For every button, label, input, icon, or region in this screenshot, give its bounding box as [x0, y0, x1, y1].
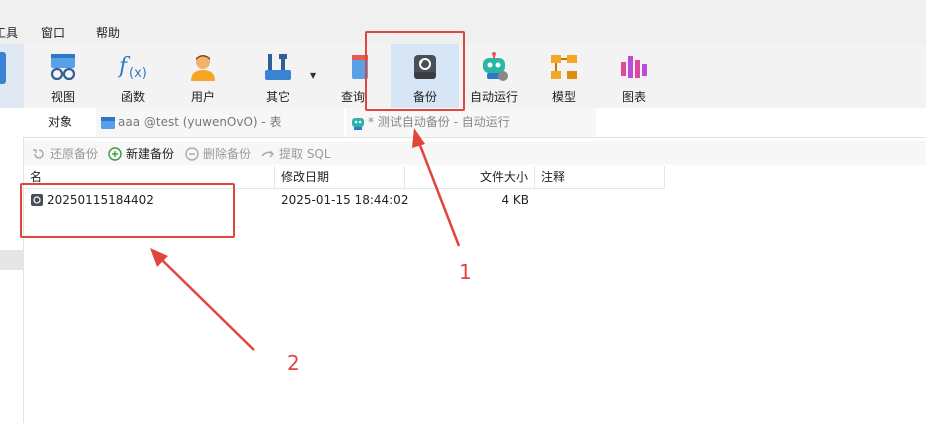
model-label: 模型 [551, 90, 576, 104]
annotation-label-1: 1 [459, 260, 472, 284]
annotation-box-1 [365, 31, 465, 111]
other-dropdown-arrow[interactable]: ▼ [310, 71, 316, 80]
tab-objects[interactable]: 对象 [40, 108, 92, 137]
model-icon [551, 55, 577, 79]
row-modified: 2025-01-15 18:44:02 [281, 193, 409, 207]
robot-icon [483, 52, 508, 81]
chart-icon [621, 56, 647, 78]
object-sidebar[interactable] [0, 137, 24, 423]
extract-sql-button[interactable]: 提取 SQL [261, 146, 331, 162]
restore-icon [33, 149, 44, 159]
table-icon [101, 117, 115, 129]
new-backup-button[interactable]: 新建备份 [108, 146, 174, 162]
user-icon [191, 55, 215, 81]
other-label: 其它 [265, 90, 290, 104]
menu-help[interactable]: 帮助 [96, 24, 120, 41]
annotation-box-2 [20, 183, 235, 238]
delete-backup-button[interactable]: 删除备份 [185, 146, 251, 162]
robot-icon [352, 118, 364, 130]
svg-text:(x): (x) [129, 66, 147, 81]
row-size: 4 KB [501, 193, 529, 207]
chart-button[interactable]: 图表 [604, 44, 664, 108]
remove-icon [185, 147, 199, 161]
annotation-label-2: 2 [287, 351, 300, 375]
model-button[interactable]: 模型 [534, 44, 594, 108]
auto-run-button[interactable]: 自动运行 [464, 44, 524, 108]
query-icon [352, 55, 368, 79]
user-button[interactable]: 用户 [173, 44, 233, 108]
ribbon-left-edge[interactable] [0, 44, 24, 108]
column-header-modified[interactable]: 修改日期 [275, 166, 405, 188]
function-button[interactable]: f (x) 函数 [103, 44, 163, 108]
tab-table-aaa[interactable]: aaa @test (yuwenOvO) - 表 [96, 108, 344, 137]
other-button[interactable]: 其它 [248, 44, 308, 108]
column-header-size[interactable]: 文件大小 [405, 166, 535, 188]
user-label: 用户 [190, 90, 215, 104]
tab-auto-run[interactable]: * 测试自动备份 - 自动运行 [346, 108, 596, 137]
tools-icon [265, 54, 291, 80]
column-header-comment[interactable]: 注释 [535, 166, 665, 188]
view-icon [50, 54, 76, 81]
function-icon: f (x) [118, 54, 147, 81]
menu-tools[interactable]: 工具 [0, 24, 18, 41]
menu-window[interactable]: 窗口 [41, 24, 65, 41]
chart-label: 图表 [621, 90, 646, 104]
add-icon [108, 147, 122, 161]
restore-backup-button[interactable]: 还原备份 [32, 146, 98, 162]
view-button[interactable]: 视图 [33, 44, 93, 108]
function-label: 函数 [120, 90, 145, 104]
sidebar-selected-item[interactable] [0, 250, 23, 270]
view-label: 视图 [50, 90, 75, 104]
arrow-right-icon [261, 150, 274, 158]
auto-run-label: 自动运行 [469, 90, 518, 104]
